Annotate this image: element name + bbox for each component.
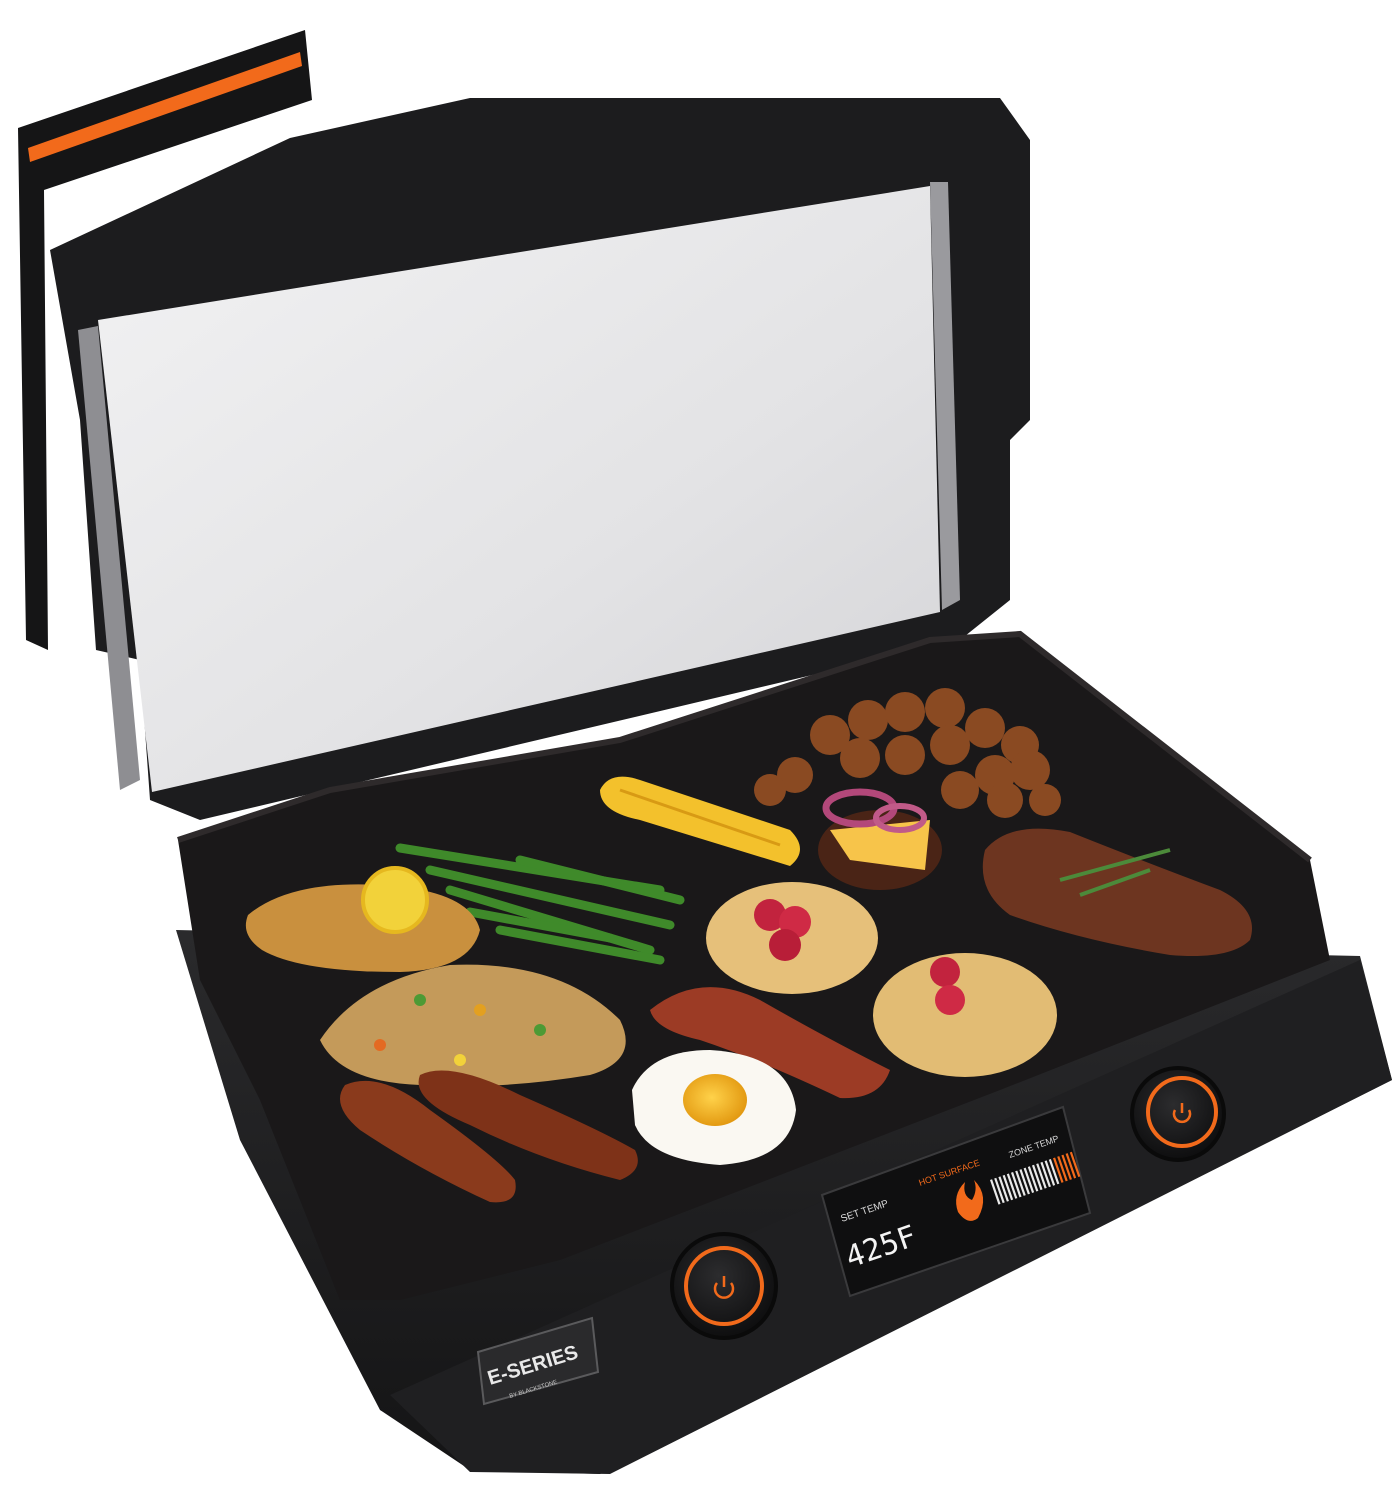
left-knob[interactable] <box>670 1232 778 1340</box>
griddle-product-photo: SET TEMP 425F HOT SURFACE ZONE TEMP E-SE… <box>18 30 1392 1474</box>
right-knob[interactable] <box>1130 1066 1226 1162</box>
